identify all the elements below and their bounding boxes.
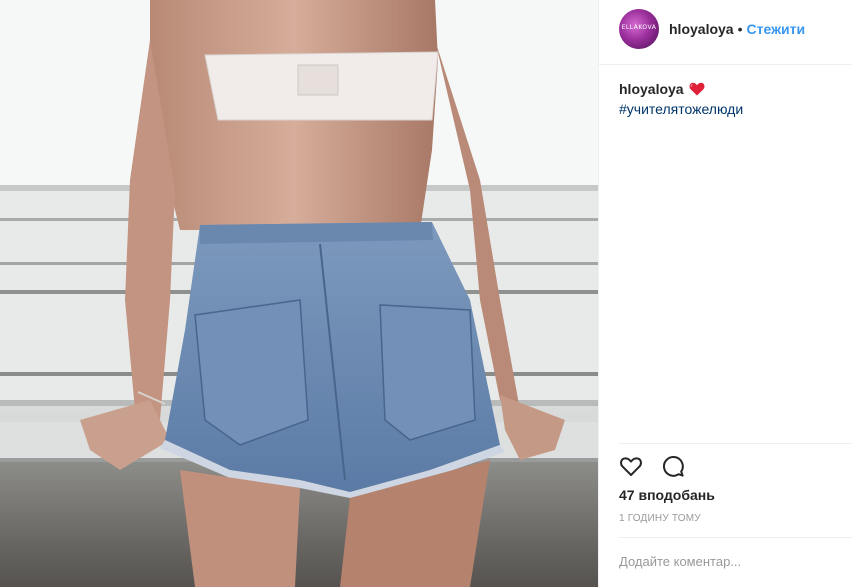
likes-count[interactable]: 47 вподобань: [619, 487, 715, 503]
username-link[interactable]: hloyaloya: [669, 21, 734, 37]
follow-button[interactable]: Стежити: [747, 21, 806, 37]
header-divider: [599, 64, 852, 65]
caption: hloyaloya #учителятожелюди: [619, 80, 743, 118]
post-photo[interactable]: [0, 0, 598, 587]
separator-dot: •: [737, 21, 743, 37]
post-timestamp[interactable]: 1 ГОДИНУ ТОМУ: [619, 513, 701, 524]
actions-divider: [619, 443, 852, 444]
comment-input[interactable]: [619, 550, 829, 572]
avatar[interactable]: ELLAKOVA: [619, 9, 659, 49]
post-actions: [619, 454, 685, 478]
heart-outline-icon[interactable]: [619, 454, 643, 478]
speech-bubble-icon[interactable]: [661, 454, 685, 478]
avatar-logo-text: ELLAKOVA: [621, 24, 657, 31]
post-side-panel: ELLAKOVA hloyaloya • Стежити hloyaloya #…: [598, 0, 852, 587]
instagram-post: ELLAKOVA hloyaloya • Стежити hloyaloya #…: [0, 0, 852, 587]
hashtag-link[interactable]: #учителятожелюди: [619, 100, 743, 118]
post-header: ELLAKOVA hloyaloya • Стежити: [619, 7, 805, 51]
comment-divider: [619, 537, 852, 538]
heart-emoji-icon: [689, 82, 705, 100]
photo-illustration: [0, 0, 598, 587]
caption-username[interactable]: hloyaloya: [619, 81, 684, 97]
